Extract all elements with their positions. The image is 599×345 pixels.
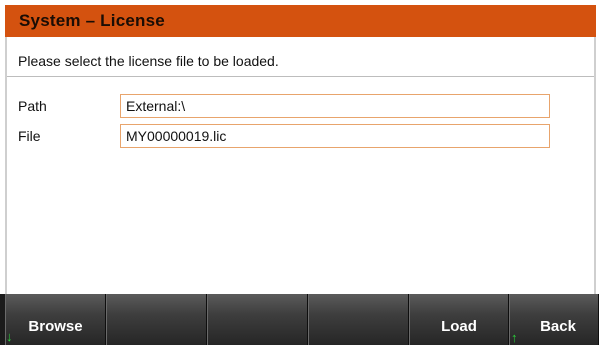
title-bar: System – License bbox=[5, 5, 596, 37]
back-button[interactable]: Back bbox=[509, 294, 599, 345]
down-arrow-icon: ↓ bbox=[6, 329, 13, 344]
back-button-label: Back bbox=[540, 318, 576, 335]
browse-button[interactable]: Browse bbox=[5, 294, 106, 345]
up-arrow-icon: ↑ bbox=[511, 330, 518, 345]
softkey-3[interactable] bbox=[207, 294, 308, 345]
divider bbox=[7, 76, 594, 77]
load-button[interactable]: Load bbox=[409, 294, 509, 345]
load-button-label: Load bbox=[441, 318, 477, 335]
browse-button-label: Browse bbox=[28, 318, 83, 335]
softkey-bar: Browse Load Back ↓ ↑ bbox=[0, 294, 599, 345]
path-label: Path bbox=[18, 98, 47, 114]
softkey-2[interactable] bbox=[106, 294, 207, 345]
instruction-text: Please select the license file to be loa… bbox=[18, 53, 279, 69]
path-field[interactable]: External:\ bbox=[120, 94, 550, 118]
softkey-4[interactable] bbox=[308, 294, 409, 345]
file-label: File bbox=[18, 128, 41, 144]
content-panel: Please select the license file to be loa… bbox=[5, 37, 596, 299]
page-title: System – License bbox=[19, 11, 165, 30]
file-field[interactable]: MY00000019.lic bbox=[120, 124, 550, 148]
